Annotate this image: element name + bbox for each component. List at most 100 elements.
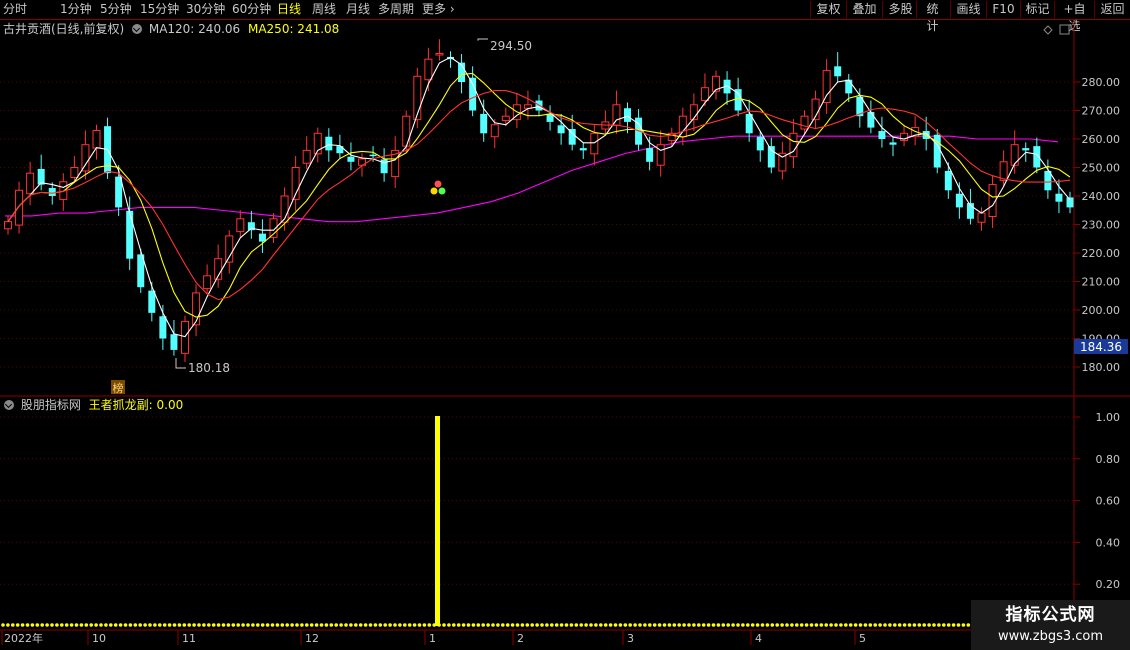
candle-body-down [325, 136, 333, 151]
baseline-dot [922, 623, 926, 627]
baseline-dot [633, 623, 637, 627]
baseline-dot [344, 623, 348, 627]
baseline-dot [354, 623, 358, 627]
low-price-label: 180.18 [188, 361, 230, 375]
candle-body-down [480, 113, 488, 134]
baseline-dot [692, 623, 696, 627]
baseline-dot [657, 623, 662, 627]
main-y-tick-label: 280.00 [1082, 76, 1121, 89]
baseline-dot [241, 623, 245, 627]
baseline-dot [677, 623, 681, 627]
candle-body-down [1066, 197, 1074, 208]
baseline-dot [780, 623, 784, 627]
baseline-dot [760, 623, 765, 627]
baseline-dot [579, 623, 583, 627]
baseline-dot [461, 623, 466, 627]
baseline-dot [290, 623, 294, 627]
baseline-dot [74, 623, 79, 627]
baseline-dot [30, 623, 35, 627]
baseline-dot [221, 623, 226, 627]
baseline-dot [133, 623, 138, 627]
chart-area[interactable]: 280.00 270.00 260.00 250.00 240.00 230.00 220.… [0, 0, 1130, 650]
baseline-dot [608, 623, 613, 627]
main-y-tick-label: 180.00 [1082, 361, 1121, 374]
baseline-dot [84, 623, 89, 627]
baseline-dot [883, 623, 887, 627]
baseline-dot [260, 623, 265, 627]
signal-bar [435, 416, 440, 626]
baseline-dot [893, 623, 897, 627]
baseline-dot [407, 623, 412, 627]
baseline-dot [363, 623, 368, 627]
watermark-title: 指标公式网 [1005, 605, 1096, 625]
baseline-dot [535, 623, 539, 627]
baseline-dot [466, 623, 471, 627]
baseline-dot [89, 623, 93, 627]
baseline-dot [270, 623, 275, 627]
baseline-dot [951, 623, 956, 627]
baseline-dot [746, 623, 750, 627]
x-axis-label-3: 12 [305, 632, 319, 645]
baseline-dot [329, 623, 334, 627]
sub-y-tick-label: 1.00 [1096, 411, 1121, 424]
baseline-dot [716, 623, 721, 627]
baseline-dot [398, 623, 402, 627]
baseline-dot [373, 623, 378, 627]
baseline-dot [99, 623, 103, 627]
restore-icon[interactable] [1059, 24, 1070, 35]
watermark-url: www.zbgs3.com [997, 629, 1104, 644]
baseline-dot [946, 623, 951, 627]
baseline-dot [158, 623, 162, 627]
diamond-icon[interactable] [1043, 25, 1053, 35]
candle-body-down [944, 170, 952, 191]
baseline-dot [162, 623, 167, 627]
baseline-dot [378, 623, 383, 627]
baseline-dot [368, 623, 373, 627]
high-marker-line [477, 38, 488, 41]
baseline-dot [64, 623, 69, 627]
baseline-dot [863, 623, 868, 627]
candle-body-up [225, 235, 234, 263]
candle-body-down [469, 77, 477, 111]
candle-body-up [236, 218, 245, 233]
baseline-dot [594, 623, 598, 627]
baseline-dot [839, 623, 843, 627]
baseline-dot [79, 623, 84, 627]
candle-body-down [867, 111, 875, 128]
baseline-dot [701, 623, 706, 627]
signal-dot [430, 187, 438, 195]
baseline-dot [736, 623, 740, 627]
baseline-dot [309, 623, 314, 627]
baseline-dot [966, 623, 971, 627]
sub-y-tick-label: 0.20 [1096, 578, 1121, 591]
baseline-dot [721, 623, 726, 627]
baseline-dot [55, 623, 59, 627]
baseline-dot [589, 623, 593, 627]
baseline-dot [682, 623, 686, 627]
baseline-dot [427, 623, 432, 627]
candle-body-down [48, 188, 56, 196]
baseline-dot [280, 623, 285, 627]
baseline-dot [603, 623, 608, 627]
baseline-dot [324, 623, 329, 627]
baseline-dot [11, 623, 15, 627]
candle-body-down [889, 142, 897, 145]
baseline-dot [432, 623, 437, 627]
baseline-dot [202, 623, 206, 627]
baseline-dot [437, 623, 441, 627]
baseline-dot [564, 623, 569, 627]
baseline-dot [94, 623, 98, 627]
baseline-dot [726, 623, 730, 627]
baseline-dot [912, 623, 917, 627]
baseline-dot [785, 623, 789, 627]
baseline-dot [1, 623, 5, 627]
baseline-dot [599, 623, 603, 627]
baseline-dot [525, 623, 530, 627]
baseline-dot [515, 623, 520, 627]
candle-body-up [302, 149, 311, 164]
baseline-dot [814, 623, 819, 627]
baseline-dot [932, 623, 936, 627]
x-axis-label-7: 4 [755, 632, 762, 645]
baseline-dot [770, 623, 775, 627]
baseline-dot [334, 623, 339, 627]
